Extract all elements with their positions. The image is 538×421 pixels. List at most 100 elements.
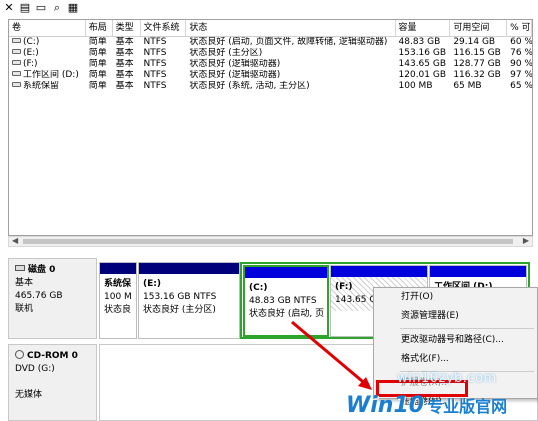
volume-layout: 简单 (88, 59, 107, 69)
cdrom-state: 无媒体 (15, 390, 43, 400)
col-header-layout[interactable]: 布局 (86, 20, 113, 36)
table-row[interactable]: (C:) 简单 基本 NTFS 状态良好 (启动, 页面文件, 故障转储, 逻辑… (9, 37, 532, 48)
partition-system-reserved[interactable]: 系统保 100 M 状态良 (99, 262, 137, 339)
drive-icon (12, 49, 21, 54)
volume-percent: 76 % (510, 48, 532, 58)
scroll-right-icon[interactable]: ▶ (523, 236, 529, 245)
partition-bar (245, 267, 327, 278)
volume-percent: 65 % (510, 81, 532, 91)
drive-icon (12, 71, 21, 76)
col-header-percent[interactable]: % 可用 (507, 20, 532, 36)
disk-size: 465.76 GB (15, 291, 63, 301)
partition-name: 系统保 (104, 279, 132, 289)
search-icon[interactable]: ⌕ (51, 1, 63, 14)
help-icon[interactable]: ▦ (67, 1, 79, 14)
drive-icon (12, 60, 21, 65)
menu-separator (400, 328, 534, 329)
partition-bar (430, 266, 526, 277)
volume-percent: 60 % (510, 37, 532, 47)
volume-free: 65 MB (453, 81, 482, 91)
volume-free: 128.77 GB (453, 59, 501, 69)
volume-name: (C:) (23, 37, 40, 47)
properties-icon[interactable]: ▤ (19, 1, 31, 14)
col-header-free[interactable]: 可用空间 (450, 20, 508, 36)
volume-free: 116.32 GB (453, 70, 501, 80)
partition-bar (100, 263, 136, 274)
volume-layout: 简单 (88, 81, 107, 91)
volume-table: 卷 布局 类型 文件系统 状态 容量 可用空间 % 可用 (C:) 简单 基本 … (8, 19, 533, 236)
partition-c[interactable]: (C:) 48.83 GB NTFS 状态良好 (启动, 页 (243, 265, 329, 337)
volume-type: 基本 (115, 70, 134, 80)
volume-name: 工作区间 (D:) (23, 70, 79, 80)
watermark: Win10 专业版官网 (346, 391, 507, 419)
col-header-capacity[interactable]: 容量 (396, 20, 451, 36)
table-row[interactable]: 系统保留 简单 基本 NTFS 状态良好 (系统, 活动, 主分区) 100 M… (9, 81, 532, 92)
partition-size: 100 M (104, 292, 132, 302)
volume-status: 状态良好 (逻辑驱动器) (189, 59, 281, 69)
volume-layout: 简单 (88, 70, 107, 80)
volume-layout: 简单 (88, 48, 107, 58)
menu-item-open[interactable]: 打开(O) (374, 288, 537, 307)
volume-type: 基本 (115, 48, 134, 58)
volume-status: 状态良好 (启动, 页面文件, 故障转储, 逻辑驱动器) (189, 37, 388, 47)
table-row[interactable]: (E:) 简单 基本 NTFS 状态良好 (主分区) 153.16 GB 116… (9, 48, 532, 59)
volume-capacity: 153.16 GB (398, 48, 447, 58)
table-row[interactable]: (F:) 简单 基本 NTFS 状态良好 (逻辑驱动器) 143.65 GB 1… (9, 59, 532, 70)
volume-capacity: 100 MB (398, 81, 433, 91)
watermark-text: 专业版官网 (427, 397, 508, 416)
partition-name: (C:) (249, 283, 268, 293)
close-icon[interactable]: ✕ (3, 1, 15, 14)
cdrom-label[interactable]: CD-ROM 0 DVD (G:) 无媒体 (8, 344, 97, 421)
col-header-status[interactable]: 状态 (186, 20, 396, 36)
volume-capacity: 143.65 GB (398, 59, 447, 69)
disk-type: 基本 (15, 278, 34, 288)
volume-free: 29.14 GB (453, 37, 496, 47)
disk-icon (15, 265, 25, 271)
volume-name: (E:) (23, 48, 39, 58)
volume-status: 状态良好 (系统, 活动, 主分区) (189, 81, 310, 91)
volume-capacity: 120.01 GB (398, 70, 447, 80)
cdrom-icon (15, 350, 24, 359)
volume-type: 基本 (115, 81, 134, 91)
volume-status: 状态良好 (逻辑驱动器) (189, 70, 281, 80)
open-folder-icon[interactable]: ▭ (35, 1, 47, 14)
col-header-filesystem[interactable]: 文件系统 (141, 20, 187, 36)
partition-size: 48.83 GB NTFS (249, 296, 317, 306)
volume-fs: NTFS (143, 37, 167, 47)
volume-layout: 简单 (88, 37, 107, 47)
volume-fs: NTFS (143, 81, 167, 91)
volume-type: 基本 (115, 59, 134, 69)
partition-status: 状态良好 (主分区) (143, 305, 216, 315)
partition-e[interactable]: (E:) 153.16 GB NTFS 状态良好 (主分区) (138, 262, 240, 339)
scrollbar-thumb[interactable] (23, 239, 513, 244)
col-header-type[interactable]: 类型 (113, 20, 141, 36)
menu-item-format[interactable]: 格式化(F)... (374, 350, 537, 369)
volume-fs: NTFS (143, 59, 167, 69)
volume-percent: 90 % (510, 59, 532, 69)
volume-capacity: 48.83 GB (398, 37, 441, 47)
volume-fs: NTFS (143, 70, 167, 80)
cdrom-title: CD-ROM 0 (27, 351, 78, 361)
disk-title: 磁盘 0 (28, 265, 56, 275)
partition-bar (139, 263, 239, 274)
partition-status: 状态良好 (启动, 页 (249, 309, 325, 319)
volume-name: (F:) (23, 59, 38, 69)
volume-type: 基本 (115, 37, 134, 47)
scroll-left-icon[interactable]: ◀ (12, 236, 18, 245)
volume-status: 状态良好 (主分区) (189, 48, 263, 58)
horizontal-scrollbar[interactable]: ◀ ▶ (8, 236, 533, 247)
volume-table-header: 卷 布局 类型 文件系统 状态 容量 可用空间 % 可用 (9, 20, 532, 37)
menu-item-explorer[interactable]: 资源管理器(E) (374, 307, 537, 326)
col-header-volume[interactable]: 卷 (9, 20, 86, 36)
disk-0-label[interactable]: 磁盘 0 基本 465.76 GB 联机 (8, 258, 97, 339)
volume-free: 116.15 GB (453, 48, 501, 58)
partition-status: 状态良 (104, 305, 132, 315)
menu-item-change-drive-letter[interactable]: 更改驱动器号和路径(C)... (374, 331, 537, 350)
table-row[interactable]: 工作区间 (D:) 简单 基本 NTFS 状态良好 (逻辑驱动器) 120.01… (9, 70, 532, 81)
partition-name: (E:) (143, 279, 161, 289)
drive-icon (12, 38, 21, 43)
partition-bar (331, 266, 427, 277)
disk-state: 联机 (15, 304, 34, 314)
toolbar: ✕ ▤ ▭ ⌕ ▦ (0, 0, 538, 15)
volume-name: 系统保留 (23, 81, 60, 91)
